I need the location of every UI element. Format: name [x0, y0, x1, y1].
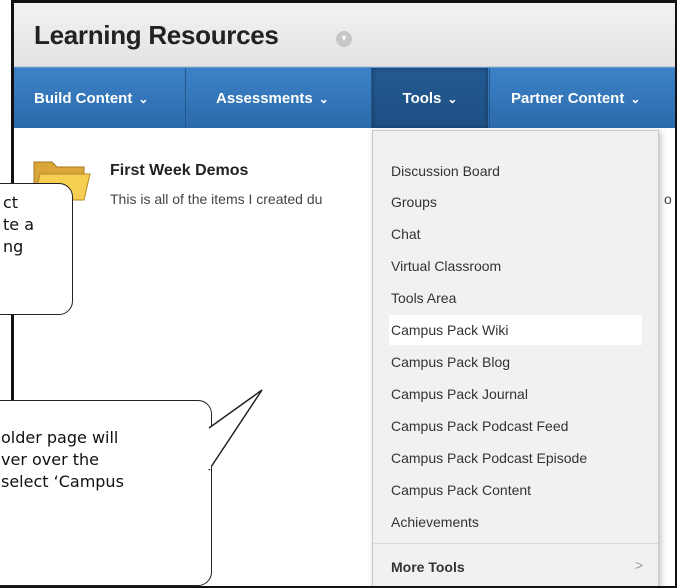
nav-tools-label: Tools [402, 90, 442, 107]
chevron-down-icon: ⌄ [447, 92, 458, 106]
chevron-down-icon[interactable]: ▾ [336, 31, 352, 47]
callout-first-line: ct [3, 193, 19, 212]
menu-item-campus-pack-wiki[interactable]: Campus Pack Wiki [391, 315, 508, 345]
callout-second-text: older page will ver over the select ‘Cam… [1, 427, 124, 493]
menu-item-more-tools[interactable]: More Tools [391, 559, 465, 575]
menu-divider [373, 543, 658, 544]
content-item-description-tail: o [664, 191, 672, 207]
nav-tools[interactable]: Tools ⌄ [372, 68, 488, 129]
nav-divider [185, 68, 186, 129]
chevron-down-icon: ⌄ [138, 92, 149, 106]
callout-first-line: ng [3, 237, 24, 256]
nav-partner-content-label: Partner Content [511, 90, 625, 107]
callout-second-line: select ‘Campus [1, 472, 124, 491]
nav-assessments-label: Assessments [216, 90, 313, 107]
menu-item-campus-pack-podcast-episode[interactable]: Campus Pack Podcast Episode [391, 443, 587, 473]
nav-build-content-label: Build Content [34, 90, 133, 107]
menu-item-virtual-classroom[interactable]: Virtual Classroom [391, 251, 501, 281]
menu-item-campus-pack-journal[interactable]: Campus Pack Journal [391, 379, 528, 409]
callout-bubble-first: ct te a ng [0, 183, 73, 315]
menu-item-campus-pack-content[interactable]: Campus Pack Content [391, 475, 531, 505]
content-item-description: This is all of the items I created du [110, 191, 323, 207]
chevron-down-icon: ⌄ [318, 92, 329, 106]
screenshot-frame: Learning Resources ▾ Build Content ⌄ Asse… [0, 0, 677, 588]
nav-partner-content[interactable]: Partner Content ⌄ [511, 68, 640, 129]
tools-dropdown-menu: Discussion Board Groups Chat Virtual Cla… [372, 130, 659, 588]
menu-item-groups[interactable]: Groups [391, 187, 437, 217]
page-header: Learning Resources ▾ [14, 3, 675, 67]
callout-second-line: older page will [1, 428, 119, 447]
course-menu-bar: Build Content ⌄ Assessments ⌄ Tools ⌄ Partn… [14, 67, 675, 129]
menu-item-chat[interactable]: Chat [391, 219, 421, 249]
callout-second-line: ver over the [1, 450, 99, 469]
nav-assessments[interactable]: Assessments ⌄ [216, 68, 329, 129]
menu-item-campus-pack-podcast-feed[interactable]: Campus Pack Podcast Feed [391, 411, 568, 441]
callout-first-text: ct te a ng [3, 192, 34, 258]
nav-build-content[interactable]: Build Content ⌄ [34, 68, 148, 129]
chevron-down-icon: ⌄ [630, 92, 641, 106]
menu-item-tools-area[interactable]: Tools Area [391, 283, 456, 313]
chevron-right-icon: > [635, 557, 644, 573]
nav-divider [489, 68, 490, 129]
menu-item-achievements[interactable]: Achievements [391, 507, 479, 537]
border-top [11, 0, 677, 3]
page-title: Learning Resources [34, 20, 279, 50]
menu-item-discussion-board[interactable]: Discussion Board [391, 156, 500, 186]
callout-bubble-second: older page will ver over the select ‘Cam… [0, 400, 212, 586]
content-item-title[interactable]: First Week Demos [110, 162, 248, 180]
menu-item-campus-pack-blog[interactable]: Campus Pack Blog [391, 347, 510, 377]
callout-first-line: te a [3, 215, 35, 234]
